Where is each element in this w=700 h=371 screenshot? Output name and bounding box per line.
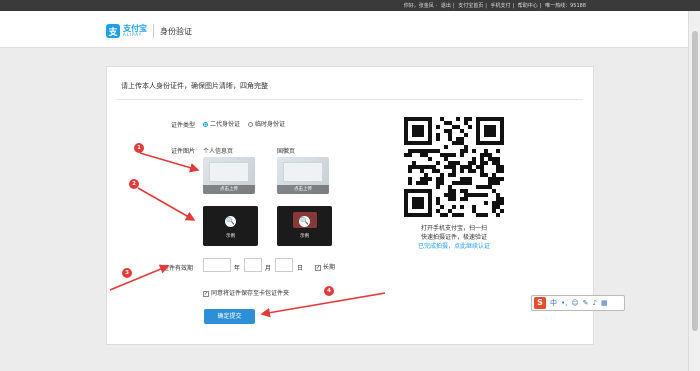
arrow-3 (109, 264, 170, 291)
annotation-1: 1 (134, 143, 144, 153)
annotation-4: 4 (324, 286, 334, 296)
comma-icon[interactable]: •, (561, 299, 567, 307)
annotation-3: 3 (122, 268, 132, 278)
smile-icon[interactable]: ☺ (571, 299, 578, 307)
arrow-2 (137, 187, 196, 221)
ime-mode-toggle[interactable]: 中 (550, 298, 557, 308)
pen-icon[interactable]: ✎ (583, 299, 589, 307)
mic-icon[interactable]: ♪ (593, 299, 597, 307)
sogou-logo-icon: S (534, 297, 546, 309)
ime-toolbar[interactable]: S 中 •, ☺ ✎ ♪ ▦ (531, 295, 625, 311)
arrow-4 (260, 292, 386, 318)
annotation-2: 2 (129, 179, 139, 189)
annotation-arrows (109, 152, 386, 318)
grid-icon[interactable]: ▦ (601, 299, 608, 307)
arrow-1 (139, 152, 200, 173)
